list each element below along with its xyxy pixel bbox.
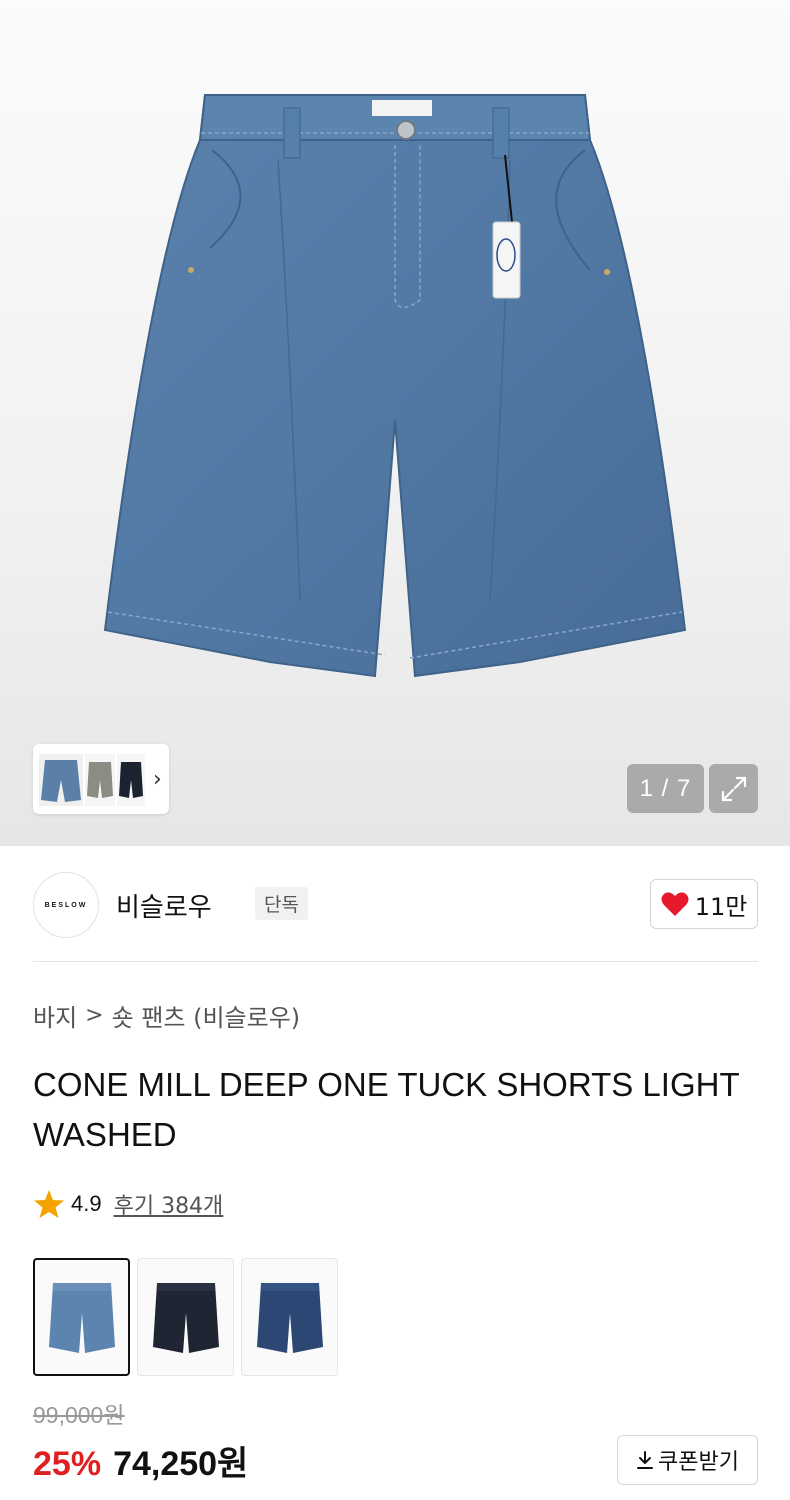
exclusive-badge: 단독	[255, 887, 308, 920]
breadcrumb-category[interactable]: 바지	[33, 998, 77, 1033]
price-row: 25% 74,250원	[33, 1436, 248, 1485]
expand-button[interactable]	[709, 764, 758, 813]
product-title: CONE MILL DEEP ONE TUCK SHORTS LIGHT WAS…	[33, 1066, 740, 1153]
download-icon	[637, 1451, 654, 1469]
chevron-right-icon[interactable]: ›	[153, 767, 162, 792]
brand-logo[interactable]: BESLOW	[33, 872, 99, 938]
option-thumbnail	[152, 1283, 219, 1353]
product-main-image[interactable]	[0, 0, 790, 846]
breadcrumb: 바지 > 숏 팬츠 (비슬로우)	[33, 998, 300, 1033]
gallery-thumbnail-strip[interactable]: ›	[33, 744, 169, 814]
color-option-black[interactable]	[137, 1258, 234, 1376]
sale-price: 74,250원	[113, 1445, 249, 1483]
brand-logo-text: BESLOW	[44, 901, 88, 909]
brand-row: BESLOW 비슬로우 단독 11만	[33, 870, 758, 938]
rating-value: 4.9	[71, 1191, 102, 1216]
option-thumbnail	[256, 1283, 323, 1353]
like-count: 11만	[694, 892, 748, 921]
original-price: 99,000원	[33, 1402, 125, 1428]
product-image-gallery[interactable]: › 1 / 7	[0, 0, 790, 846]
like-button[interactable]: 11만	[650, 879, 758, 929]
color-options	[33, 1258, 338, 1376]
breadcrumb-subcategory[interactable]: 숏 팬츠 (비슬로우)	[112, 998, 301, 1033]
coupon-button[interactable]: 쿠폰받기	[617, 1435, 758, 1485]
star-icon	[34, 1190, 64, 1218]
image-counter: 1 / 7	[627, 764, 704, 813]
expand-icon	[721, 776, 746, 801]
coupon-label: 쿠폰받기	[658, 1450, 739, 1475]
rating-row: 4.9 후기 384개	[33, 1188, 223, 1220]
review-link[interactable]: 후기 384개	[114, 1188, 224, 1220]
chevron-right-icon: >	[85, 1003, 104, 1028]
heart-icon	[661, 892, 689, 916]
discount-rate: 25%	[33, 1445, 102, 1483]
color-option-dark-wash[interactable]	[241, 1258, 338, 1376]
color-option-light-wash[interactable]	[33, 1258, 130, 1376]
divider	[33, 961, 758, 962]
brand-name[interactable]: 비슬로우	[116, 887, 212, 924]
option-thumbnail	[48, 1283, 115, 1353]
gallery-thumbnail-images[interactable]	[37, 750, 147, 808]
